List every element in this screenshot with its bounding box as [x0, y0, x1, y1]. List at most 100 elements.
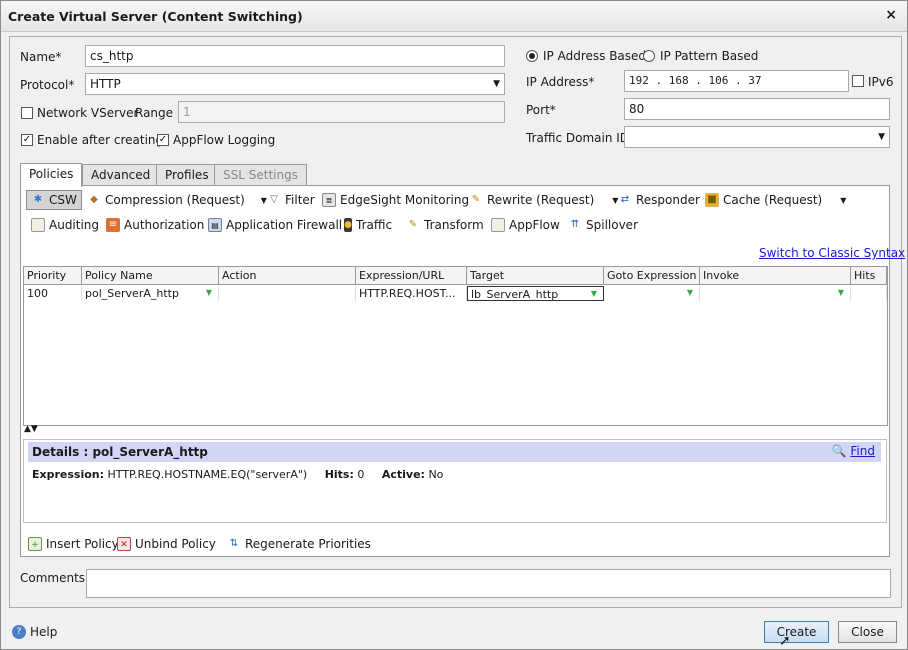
expression-label: Expression: — [32, 468, 105, 481]
invoke-cell[interactable]: ▼ — [700, 286, 851, 301]
unbind-policy-button[interactable]: ✕ Unbind Policy — [117, 534, 216, 554]
toolbar-label: AppFlow — [509, 218, 560, 232]
column-header[interactable]: Goto Expression — [604, 267, 700, 285]
help-button[interactable]: ? Help — [12, 622, 57, 642]
dropdown-triangle-icon[interactable]: ▼ — [591, 289, 597, 298]
spillover-icon: ⇈ — [570, 219, 580, 230]
toolbar-auditing[interactable]: Auditing — [31, 215, 99, 235]
csw-icon: ✱ — [33, 194, 43, 205]
column-header[interactable]: Priority — [24, 267, 82, 285]
ip-address-label: IP Address* — [526, 75, 595, 89]
insert-icon: + — [28, 537, 42, 551]
ipv6-checkbox[interactable] — [852, 75, 864, 87]
goto-cell[interactable]: ▼ — [604, 286, 700, 301]
ip-pattern-label: IP Pattern Based — [660, 49, 759, 63]
cache-icon: ■ — [705, 193, 719, 207]
action-cell[interactable] — [219, 286, 356, 301]
filter-icon: ▽ — [270, 194, 278, 205]
regenerate-priorities-label: Regenerate Priorities — [245, 537, 371, 551]
dropdown-triangle-icon[interactable]: ▼ — [838, 288, 844, 297]
ip-address-input[interactable]: 192 . 168 . 106 . 37 — [624, 70, 849, 92]
range-label: Range — [135, 106, 174, 120]
dropdown-triangle-icon[interactable]: ▼ — [687, 288, 693, 297]
toolbar-label: Transform — [424, 218, 484, 232]
tab-policies[interactable]: Policies — [20, 163, 83, 187]
hits-cell[interactable] — [851, 286, 887, 301]
column-header[interactable]: Action — [219, 267, 356, 285]
expression-value: HTTP.REQ.HOSTNAME.EQ("serverA") — [107, 468, 308, 481]
traffic-domain-select[interactable]: ▼ — [624, 126, 890, 148]
splitter-arrows-icon[interactable]: ▲▼ — [24, 424, 38, 434]
close-button[interactable]: Close — [838, 621, 897, 643]
toolbar-label: Cache (Request) — [723, 193, 823, 207]
toolbar-traffic[interactable]: ● Traffic — [344, 215, 392, 235]
appflow-icon — [491, 218, 505, 232]
comments-label: Comments — [20, 571, 86, 585]
traffic-icon: ● — [344, 218, 352, 232]
toolbar-label: Rewrite (Request) — [487, 193, 595, 207]
ip-pattern-radio[interactable] — [643, 50, 655, 62]
appflow-label: AppFlow Logging — [173, 133, 276, 147]
enable-checkbox[interactable]: ✓ — [21, 134, 33, 146]
appflow-checkbox[interactable]: ✓ — [157, 134, 169, 146]
priority-cell[interactable]: 100 — [24, 286, 82, 301]
column-header[interactable]: Hits — [851, 267, 887, 285]
toolbar-cache[interactable]: ■ Cache (Request) ▼ — [705, 190, 846, 210]
transform-icon: ✎ — [408, 219, 418, 230]
range-input[interactable]: 1 — [178, 101, 505, 123]
toolbar-responder[interactable]: ⇄ Responder — [618, 190, 700, 210]
ip-based-radio[interactable] — [526, 50, 538, 62]
find-link[interactable]: 🔍 Find — [832, 444, 875, 458]
unbind-icon: ✕ — [117, 537, 131, 551]
chevron-down-icon: ▼ — [878, 132, 885, 142]
column-header[interactable]: Policy Name — [82, 267, 219, 285]
insert-policy-button[interactable]: + Insert Policy — [28, 534, 119, 554]
toolbar-edgesight[interactable]: ≣ EdgeSight Monitoring — [322, 190, 469, 210]
hits-label: Hits: — [324, 468, 354, 481]
name-input[interactable]: cs_http — [85, 45, 505, 67]
column-header[interactable]: Target — [467, 267, 604, 285]
target-cell[interactable]: lb_ServerA_http ▼ — [467, 286, 604, 301]
chevron-down-icon: ▼ — [493, 79, 500, 89]
expression-cell[interactable]: HTTP.REQ.HOST... — [356, 286, 467, 301]
toolbar-csw[interactable]: ✱ CSW — [26, 190, 82, 210]
create-button[interactable]: Create — [764, 621, 829, 643]
toolbar-spillover[interactable]: ⇈ Spillover — [568, 215, 638, 235]
policy-name-value: pol_ServerA_http — [85, 287, 179, 300]
authorization-icon: ≡ — [106, 218, 120, 232]
toolbar-authorization[interactable]: ≡ Authorization — [106, 215, 204, 235]
protocol-value: HTTP — [90, 77, 121, 91]
policy-grid: Priority Policy Name Action Expression/U… — [23, 266, 888, 426]
comments-input[interactable] — [86, 569, 891, 598]
protocol-select[interactable]: HTTP ▼ — [85, 73, 505, 95]
toolbar-label: Spillover — [586, 218, 638, 232]
chevron-down-icon[interactable]: ▼ — [840, 196, 846, 205]
protocol-label: Protocol* — [20, 78, 75, 92]
toolbar-label: Responder — [636, 193, 700, 207]
tab-advanced[interactable]: Advanced — [82, 164, 160, 187]
toolbar-filter[interactable]: ▽ Filter — [267, 190, 315, 210]
toolbar-transform[interactable]: ✎ Transform — [406, 215, 484, 235]
switch-classic-syntax-link[interactable]: Switch to Classic Syntax — [759, 246, 905, 260]
policy-name-cell[interactable]: pol_ServerA_http ▼ — [82, 286, 219, 301]
edgesight-icon: ≣ — [322, 193, 336, 207]
dropdown-triangle-icon[interactable]: ▼ — [206, 288, 212, 297]
regenerate-priorities-button[interactable]: ⇅ Regenerate Priorities — [227, 534, 371, 554]
active-label: Active: — [381, 468, 425, 481]
details-panel: Details : pol_ServerA_http 🔍 Find Expres… — [23, 439, 887, 523]
close-icon[interactable]: × — [885, 7, 897, 23]
column-header[interactable]: Invoke — [700, 267, 851, 285]
toolbar-firewall[interactable]: ▤ Application Firewall — [208, 215, 342, 235]
tab-profiles[interactable]: Profiles — [156, 164, 218, 187]
tab-ssl-settings[interactable]: SSL Settings — [214, 164, 307, 187]
toolbar-appflow[interactable]: AppFlow — [491, 215, 560, 235]
dialog-window: Create Virtual Server (Content Switching… — [0, 0, 908, 650]
network-vserver-checkbox[interactable] — [21, 107, 33, 119]
toolbar-rewrite[interactable]: ✎ Rewrite (Request) ▼ — [469, 190, 619, 210]
mouse-cursor-icon: ➚ — [779, 633, 791, 649]
port-input[interactable]: 80 — [624, 98, 890, 120]
toolbar-compression[interactable]: ◆ Compression (Request) ▼ — [87, 190, 267, 210]
column-header[interactable]: Expression/URL — [356, 267, 467, 285]
traffic-domain-label: Traffic Domain ID — [526, 131, 630, 145]
toolbar-label: CSW — [49, 193, 77, 207]
